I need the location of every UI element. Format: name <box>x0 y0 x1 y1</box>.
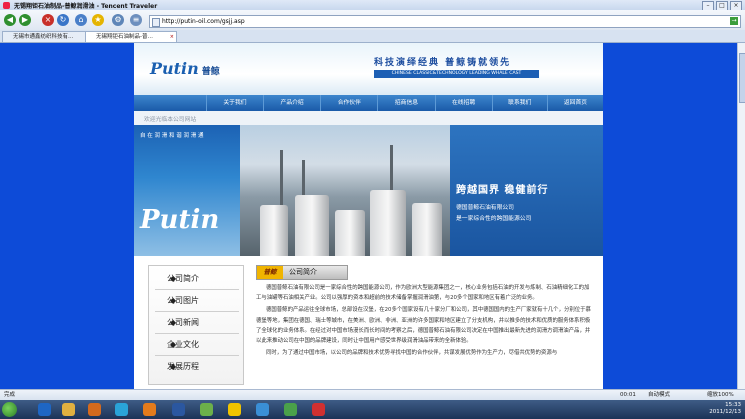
taskbar: 15:33 2011/12/13 <box>0 400 745 419</box>
tab-putin[interactable]: 无锡翔钜石油制品-普… × <box>85 31 177 42</box>
menu-item-culture[interactable]: ◆ 企业文化 <box>155 335 239 356</box>
nav-item-about[interactable]: 关于我们 <box>207 95 265 111</box>
nav-item-contact[interactable]: 联系我们 <box>493 95 548 111</box>
tab-label: 无锡市通鑫纺织科技有… <box>13 34 74 40</box>
app-icon <box>3 2 10 9</box>
logo-text: Putin <box>150 59 199 78</box>
bullet-icon: ◆ <box>170 340 177 349</box>
favorites-icon[interactable]: ★ <box>92 14 104 26</box>
forward-icon[interactable]: ▶ <box>19 14 31 26</box>
nav-item-partners[interactable]: 合作伙伴 <box>321 95 379 111</box>
refresh-icon[interactable]: ↻ <box>57 14 69 26</box>
home-icon[interactable]: ⌂ <box>75 14 87 26</box>
bullet-icon: ◆ <box>170 318 177 327</box>
firefox-icon[interactable] <box>88 403 101 416</box>
menu-icon[interactable]: ≡ <box>130 14 142 26</box>
address-bar[interactable]: http://putin-oil.com/gsjj.asp → <box>149 15 741 28</box>
banner-slogan: 科技演绎经典 普鲸铸就领先 <box>374 58 512 68</box>
nav-about <box>134 95 207 111</box>
bullet-icon: ◆ <box>170 274 177 283</box>
section-badge: 普鲸 <box>257 266 283 279</box>
stop-icon[interactable]: × <box>42 14 54 26</box>
side-menu: ◆ 公司简介 ◆ 公司图片 ◆ 公司新闻 ◆ 企业文化 ◆ 发展历程 <box>148 265 244 385</box>
storage-tank <box>370 190 406 256</box>
nav-item-investment[interactable]: 招商信息 <box>378 95 436 111</box>
zoom-level[interactable]: 缩放100% <box>707 391 734 400</box>
app-icon[interactable] <box>200 403 213 416</box>
hero-tag: 自 在 润 滑 和 谐 润 滑 通 <box>140 133 204 139</box>
close-tab-icon[interactable]: × <box>170 32 174 42</box>
menu-item-photos[interactable]: ◆ 公司图片 <box>155 291 239 312</box>
page-viewport[interactable]: Putin 普鲸 科技演绎经典 普鲸铸就领先 CHINESE CLASSIC&TE… <box>0 43 737 389</box>
menu-item-profile[interactable]: ◆ 公司简介 <box>155 269 239 290</box>
go-icon[interactable]: → <box>730 17 738 25</box>
folder-icon[interactable] <box>62 403 75 416</box>
site-banner: Putin 普鲸 科技演绎经典 普鲸铸就领先 CHINESE CLASSIC&TE… <box>134 43 603 95</box>
photoshop-icon[interactable] <box>172 403 185 416</box>
intro-paragraph: 同时，为了通过中国市场，以公司的品牌和技术优势寻找中国的合作伙伴，共谋发展优势作… <box>266 350 558 357</box>
start-button[interactable] <box>2 402 17 417</box>
welcome-bar: 欢迎光临本公司网站 <box>134 111 603 126</box>
mode-indicator[interactable]: 自动模式 <box>648 391 670 400</box>
qq-icon[interactable] <box>312 403 325 416</box>
bullet-icon: ◆ <box>170 362 177 371</box>
back-icon[interactable]: ◀ <box>4 14 16 26</box>
company-intro: 德国普鲸石油有限公司是一家综合性的跨国能源公司，作为欧洲大型能源集团之一，核心业… <box>256 283 592 360</box>
hero-subtitle-1: 德国普鲸石油有限公司 <box>456 205 514 211</box>
app-icon[interactable] <box>256 403 269 416</box>
tools-icon[interactable]: ⚙ <box>112 14 124 26</box>
title-bar: 无锡翔钜石油制品-普鲸润滑油 - Tencent Traveler – □ × <box>0 0 745 11</box>
storage-tank <box>335 210 365 256</box>
vertical-scrollbar[interactable] <box>737 43 745 389</box>
address-url[interactable]: http://putin-oil.com/gsjj.asp <box>162 18 245 25</box>
nav-item-products[interactable]: 产品介绍 <box>264 95 322 111</box>
section-title: 公司简介 <box>289 268 317 276</box>
clock-date: 2011/12/13 <box>709 409 741 415</box>
menu-item-history[interactable]: ◆ 发展历程 <box>155 357 239 377</box>
hero-banner: 自 在 润 滑 和 谐 润 滑 通 Putin 跨越国界 稳健前行 德国普鲸石油… <box>134 125 603 256</box>
section-header: 普鲸 公司简介 <box>256 265 348 280</box>
app-icon[interactable] <box>228 403 241 416</box>
hero-subtitle-2: 是一家综合性的跨国能源公司 <box>456 216 532 222</box>
storage-tank <box>295 195 329 256</box>
hero-slogan: 跨越国界 稳健前行 <box>456 185 549 196</box>
status-text: 完成 <box>4 392 16 398</box>
refinery-image <box>240 125 450 256</box>
app-icon[interactable] <box>284 403 297 416</box>
page-icon <box>152 18 160 27</box>
bullet-icon: ◆ <box>170 296 177 305</box>
tab-strip: 无锡市通鑫纺织科技有… × 无锡翔钜石油制品-普… × <box>0 30 745 43</box>
app-icon[interactable] <box>115 403 128 416</box>
app-icon[interactable] <box>143 403 156 416</box>
menu-item-news[interactable]: ◆ 公司新闻 <box>155 313 239 334</box>
nav-item-home[interactable]: 返回首页 <box>548 95 603 111</box>
clock-time: 15:33 <box>725 402 741 408</box>
status-time: 00:01 <box>620 392 636 398</box>
browser-toolbar: ◀ ▶ × ↻ ⌂ ★ ⚙ ≡ http://putin-oil.com/gsj… <box>0 10 745 31</box>
intro-paragraph: 德国普鲸石油有限公司是一家综合性的跨国能源公司，作为欧洲大型能源集团之一，核心业… <box>256 285 590 302</box>
intro-paragraph: 德国普鲸的产品运往全球市场，总部设在汉堡，在20多个国家设有几十家分厂和公司，其… <box>256 307 591 345</box>
logo-cn: 普鲸 <box>201 67 220 77</box>
nav-item-jobs[interactable]: 在线招聘 <box>436 95 493 111</box>
storage-tank <box>260 205 288 256</box>
system-tray: 15:33 2011/12/13 <box>709 402 741 416</box>
banner-slogan-en: CHINESE CLASSIC&TECHNOLOGY LEADING WHALE… <box>374 70 539 78</box>
scrollbar-thumb[interactable] <box>739 53 745 103</box>
hero-left-panel: 自 在 润 滑 和 谐 润 滑 通 Putin <box>134 125 240 256</box>
main-nav: 关于我们 产品介绍 合作伙伴 招商信息 在线招聘 联系我们 返回首页 <box>134 95 603 111</box>
tab-label: 无锡翔钜石油制品-普… <box>96 34 153 40</box>
welcome-text: 欢迎光临本公司网站 <box>144 117 197 123</box>
storage-tank <box>412 203 442 256</box>
website: Putin 普鲸 科技演绎经典 普鲸铸就领先 CHINESE CLASSIC&TE… <box>134 43 603 389</box>
tab-tongxin[interactable]: 无锡市通鑫纺织科技有… × <box>2 31 94 42</box>
site-logo[interactable]: Putin 普鲸 <box>150 59 220 78</box>
window-title: 无锡翔钜石油制品-普鲸润滑油 - Tencent Traveler <box>14 2 158 10</box>
hero-logo: Putin <box>140 205 220 235</box>
ie-icon[interactable] <box>38 403 51 416</box>
